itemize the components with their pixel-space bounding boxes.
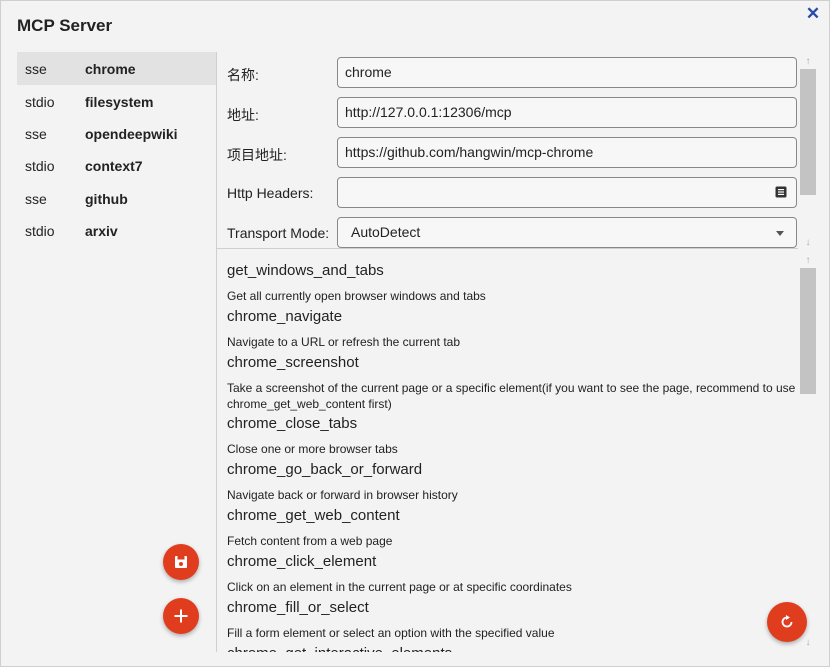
refresh-icon xyxy=(781,615,793,628)
tool-item: chrome_get_web_content Fetch content fro… xyxy=(227,507,797,549)
tool-description: Close one or more browser tabs xyxy=(227,442,398,456)
transport-mode-select[interactable]: AutoDetect xyxy=(337,217,797,248)
server-item-chrome[interactable]: sse chrome xyxy=(17,52,216,85)
server-name: arxiv xyxy=(85,223,118,239)
tool-description: Fetch content from a web page xyxy=(227,534,393,548)
tool-description: Fill a form element or select an option … xyxy=(227,626,555,640)
tool-description: Navigate back or forward in browser hist… xyxy=(227,488,458,502)
name-row: 名称: chrome xyxy=(217,57,798,88)
mcp-server-dialog: MCP Server ✕ sse chrome stdio filesystem… xyxy=(0,0,830,667)
server-type: stdio xyxy=(25,94,55,110)
server-name: chrome xyxy=(85,61,136,77)
tool-description: Click on an element in the current page … xyxy=(227,580,572,594)
address-value: http://127.0.0.1:12306/mcp xyxy=(345,104,512,120)
tools-scrollbar[interactable]: ↑ ↓ xyxy=(799,253,817,652)
scroll-up-icon[interactable]: ↑ xyxy=(802,255,814,267)
tool-name: chrome_fill_or_select xyxy=(227,599,369,616)
server-item-filesystem[interactable]: stdio filesystem xyxy=(17,85,216,118)
transport-label: Transport Mode: xyxy=(227,225,330,241)
scroll-down-icon[interactable]: ↓ xyxy=(802,237,814,249)
transport-mode-value: AutoDetect xyxy=(351,224,421,240)
form-scrollbar[interactable]: ↑ ↓ xyxy=(799,54,817,249)
tool-item: chrome_go_back_or_forward Navigate back … xyxy=(227,461,797,503)
tool-name: chrome_get_interactive_elements xyxy=(227,645,797,652)
plus-icon xyxy=(174,609,188,623)
address-row: 地址: http://127.0.0.1:12306/mcp xyxy=(217,97,798,128)
server-name: opendeepwiki xyxy=(85,126,178,142)
dialog-title: MCP Server xyxy=(17,16,113,35)
server-item-arxiv[interactable]: stdio arxiv xyxy=(17,214,216,247)
tool-name: chrome_screenshot xyxy=(227,354,359,371)
name-label: 名称: xyxy=(227,67,259,83)
headers-row: Http Headers: xyxy=(217,177,798,208)
address-label: 地址: xyxy=(227,107,259,123)
tool-description: Get all currently open browser windows a… xyxy=(227,289,486,303)
tool-item: chrome_screenshot Take a screenshot of t… xyxy=(227,354,797,412)
section-divider xyxy=(217,248,798,249)
tool-name: chrome_get_web_content xyxy=(227,507,400,524)
tool-item: chrome_fill_or_select Fill a form elemen… xyxy=(227,599,797,641)
server-type: sse xyxy=(25,126,47,142)
tool-name: get_windows_and_tabs xyxy=(227,262,384,279)
project-label: 项目地址: xyxy=(227,147,287,163)
name-input[interactable]: chrome xyxy=(337,57,797,88)
address-input[interactable]: http://127.0.0.1:12306/mcp xyxy=(337,97,797,128)
tool-description: Take a screenshot of the current page or… xyxy=(227,381,796,411)
project-url-input[interactable]: https://github.com/hangwin/mcp-chrome xyxy=(337,137,797,168)
list-icon[interactable] xyxy=(775,186,787,198)
refresh-button[interactable] xyxy=(767,602,807,642)
save-button[interactable] xyxy=(163,544,199,580)
tool-name: chrome_close_tabs xyxy=(227,415,358,432)
server-form: 名称: chrome 地址: http://127.0.0.1:12306/mc… xyxy=(217,52,798,249)
name-value: chrome xyxy=(345,64,392,80)
server-type: sse xyxy=(25,191,47,207)
tool-name: chrome_click_element xyxy=(227,553,377,570)
tool-name: chrome_go_back_or_forward xyxy=(227,461,423,478)
add-server-button[interactable] xyxy=(163,598,199,634)
chevron-down-icon xyxy=(776,231,784,236)
server-type: stdio xyxy=(25,223,55,239)
tools-list: get_windows_and_tabs Get all currently o… xyxy=(217,250,798,652)
headers-input[interactable] xyxy=(337,177,797,208)
server-item-opendeepwiki[interactable]: sse opendeepwiki xyxy=(17,117,216,150)
tools-scroll-thumb[interactable] xyxy=(800,268,816,394)
tool-item: get_windows_and_tabs Get all currently o… xyxy=(227,262,797,304)
tool-item: chrome_navigate Navigate to a URL or ref… xyxy=(227,308,797,350)
scroll-up-icon[interactable]: ↑ xyxy=(802,56,814,68)
project-row: 项目地址: https://github.com/hangwin/mcp-chr… xyxy=(217,137,798,168)
tool-description: Navigate to a URL or refresh the current… xyxy=(227,335,461,349)
close-icon[interactable]: ✕ xyxy=(802,3,824,25)
project-url-value: https://github.com/hangwin/mcp-chrome xyxy=(345,144,594,160)
transport-row: Transport Mode: AutoDetect xyxy=(217,217,798,248)
tool-name: chrome_navigate xyxy=(227,308,343,325)
save-icon xyxy=(175,556,187,568)
tool-item: chrome_click_element Click on an element… xyxy=(227,553,797,595)
server-name: context7 xyxy=(85,158,143,174)
tool-item: chrome_close_tabs Close one or more brow… xyxy=(227,415,797,457)
headers-label: Http Headers: xyxy=(227,185,314,201)
server-name: github xyxy=(85,191,128,207)
form-scroll-thumb[interactable] xyxy=(800,69,816,195)
server-type: stdio xyxy=(25,158,55,174)
scroll-down-icon[interactable]: ↓ xyxy=(802,637,814,649)
server-type: sse xyxy=(25,61,47,77)
server-item-context7[interactable]: stdio context7 xyxy=(17,149,216,182)
server-name: filesystem xyxy=(85,94,154,110)
tool-item: chrome_get_interactive_elements xyxy=(227,645,797,652)
server-item-github[interactable]: sse github xyxy=(17,182,216,215)
